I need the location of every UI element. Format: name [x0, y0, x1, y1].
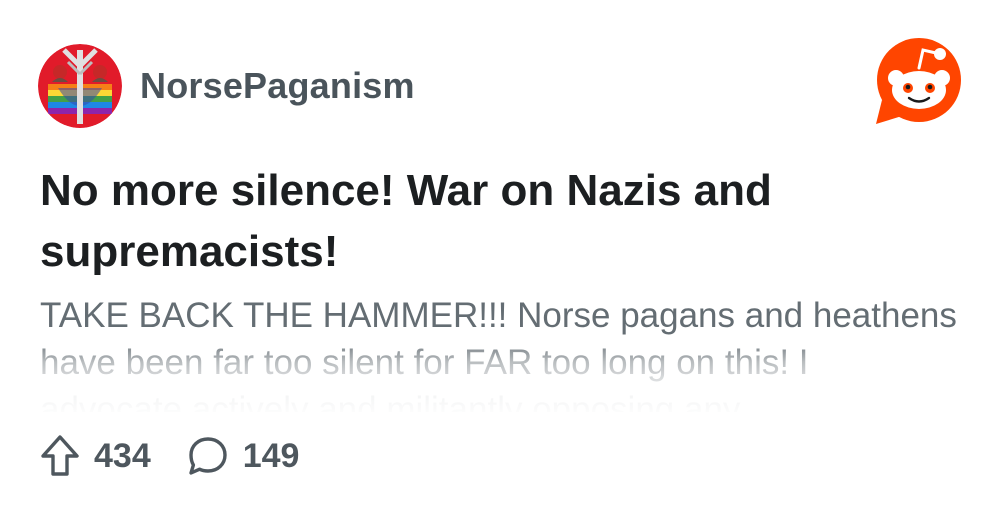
- comment-stat[interactable]: 149: [187, 435, 300, 477]
- upvote-count: 434: [94, 437, 151, 475]
- reddit-logo-icon: [874, 38, 964, 128]
- post-body-preview[interactable]: TAKE BACK THE HAMMER!!! Norse pagans and…: [40, 292, 960, 412]
- upvote-arrow-icon[interactable]: [40, 434, 80, 478]
- upvote-stat[interactable]: 434: [40, 434, 151, 478]
- post-stats: 434 149: [40, 432, 335, 480]
- comment-bubble-icon[interactable]: [187, 435, 229, 477]
- comment-count: 149: [242, 437, 300, 475]
- community-name[interactable]: NorsePaganism: [140, 66, 415, 106]
- post-title[interactable]: No more silence! War on Nazis and suprem…: [40, 160, 940, 282]
- post-header: NorsePaganism: [38, 38, 962, 128]
- community-avatar-icon[interactable]: [38, 44, 122, 128]
